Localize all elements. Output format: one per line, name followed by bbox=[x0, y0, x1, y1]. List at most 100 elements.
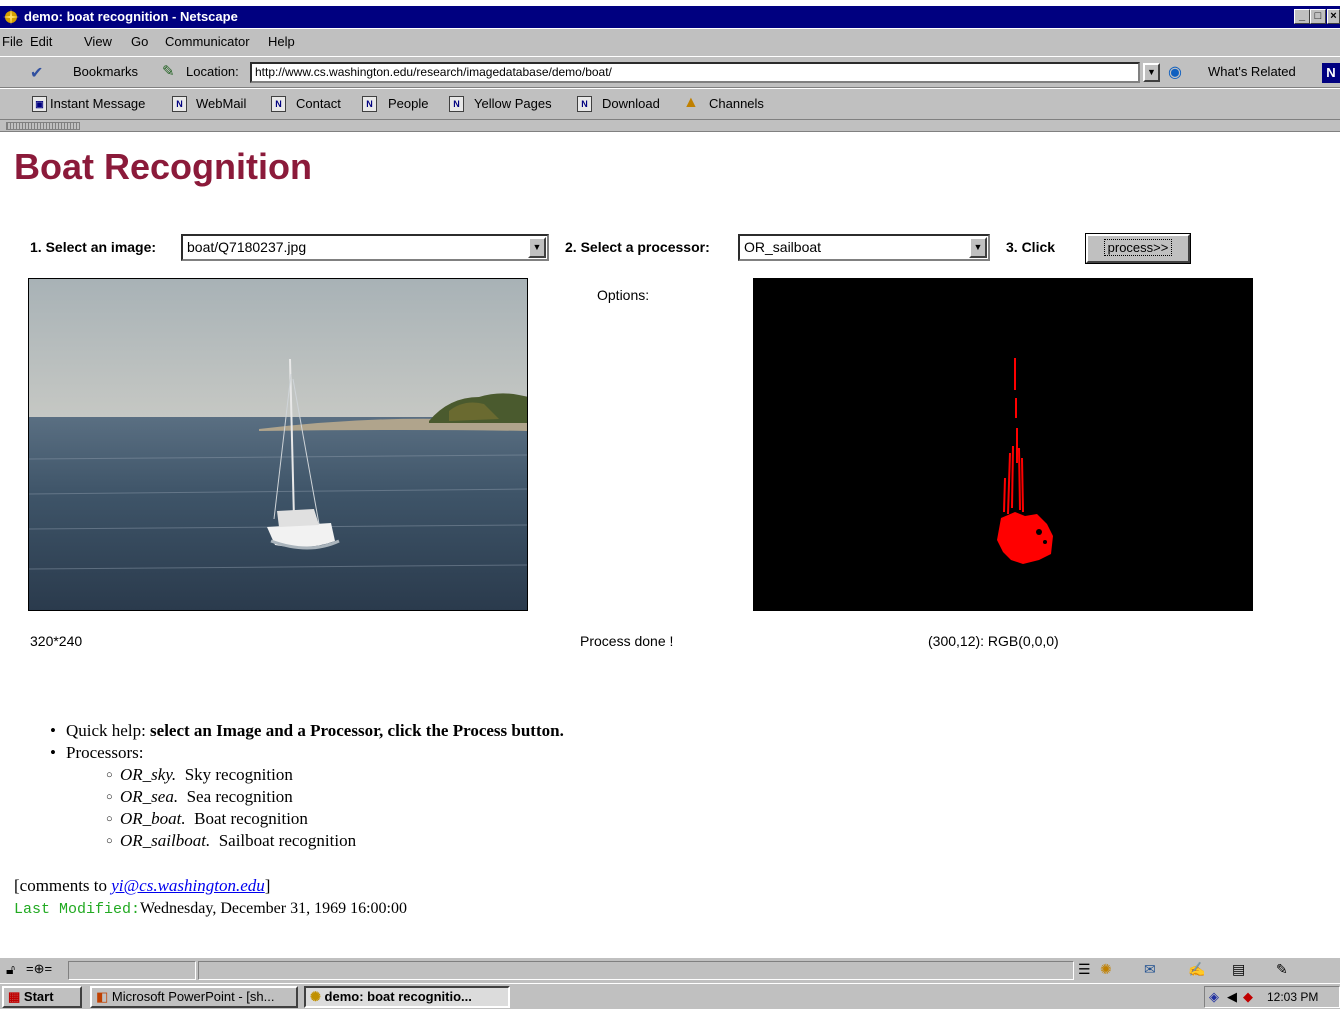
processors-label: Processors: bbox=[66, 743, 144, 762]
processor-item: ○ OR_boat. Boat recognition bbox=[106, 808, 564, 830]
netscape-task-icon: ✺ bbox=[310, 989, 321, 1004]
people-icon: N bbox=[362, 96, 377, 112]
menu-bar: File Edit View Go Communicator Help bbox=[0, 29, 1340, 56]
powerpoint-icon: ◧ bbox=[96, 989, 109, 1004]
windows-logo-icon: ▦ bbox=[8, 989, 21, 1004]
channels-button[interactable]: Channels bbox=[709, 96, 764, 111]
image-select[interactable]: boat/Q7180237.jpg ▼ bbox=[181, 234, 549, 261]
toolbar-grip-bar bbox=[0, 120, 1340, 132]
edit-icon[interactable]: ✎ bbox=[1276, 961, 1288, 978]
system-tray: ◈ ◀ ◆ 12:03 PM bbox=[1204, 986, 1340, 1008]
toolbar-grip-handle[interactable] bbox=[6, 122, 80, 130]
select-processor-label: 2. Select a processor: bbox=[565, 239, 710, 255]
circle-bullet-icon: ○ bbox=[106, 791, 113, 803]
security-lock-icon[interactable]: 🔓︎ bbox=[6, 961, 15, 978]
menu-file[interactable]: File bbox=[2, 34, 23, 49]
comments-line: [comments to yi@cs.washington.edu] bbox=[14, 876, 270, 896]
window-title: demo: boat recognition - Netscape bbox=[24, 9, 238, 24]
last-modified-value: Wednesday, December 31, 1969 16:00:00 bbox=[140, 900, 407, 917]
processor-desc: Sea recognition bbox=[186, 787, 293, 806]
processor-select-dropdown-icon[interactable]: ▼ bbox=[969, 237, 987, 258]
instant-message-icon: ▣ bbox=[32, 96, 47, 112]
bullet-icon: • bbox=[50, 721, 56, 740]
click-step-label: 3. Click bbox=[1006, 239, 1056, 255]
instant-message-button[interactable]: Instant Message bbox=[50, 96, 145, 111]
whats-related-button[interactable]: What's Related bbox=[1208, 64, 1296, 79]
webmail-button[interactable]: WebMail bbox=[196, 96, 246, 111]
processor-name: OR_sky. bbox=[120, 765, 177, 784]
help-list: • Quick help: select an Image and a Proc… bbox=[50, 720, 564, 852]
menu-go[interactable]: Go bbox=[131, 34, 148, 49]
process-button-label: process>> bbox=[1103, 239, 1173, 256]
bullet-icon: • bbox=[50, 743, 56, 762]
processor-name: OR_boat. bbox=[120, 809, 186, 828]
minimize-button[interactable]: _ bbox=[1294, 9, 1310, 24]
bookmarks-button[interactable]: Bookmarks bbox=[73, 64, 138, 79]
processor-item: ○ OR_sailboat. Sailboat recognition bbox=[106, 830, 564, 852]
mail-icon[interactable]: ✉ bbox=[1144, 961, 1156, 978]
location-label: Location: bbox=[186, 64, 239, 79]
processor-desc: Boat recognition bbox=[194, 809, 308, 828]
processor-select[interactable]: OR_sailboat ▼ bbox=[738, 234, 990, 261]
channels-icon: ▲ bbox=[683, 94, 699, 111]
personal-toolbar: ▣ Instant Message N WebMail N Contact N … bbox=[0, 88, 1340, 120]
location-url-input[interactable]: http://www.cs.washington.edu/research/im… bbox=[250, 62, 1140, 83]
people-button[interactable]: People bbox=[388, 96, 428, 111]
webmail-icon: N bbox=[172, 96, 187, 112]
last-modified-label: Last Modified: bbox=[14, 901, 141, 918]
taskbar-powerpoint-button[interactable]: ◧ Microsoft PowerPoint - [sh... bbox=[90, 986, 298, 1008]
connection-icon: =⊕= bbox=[26, 961, 53, 976]
contact-button[interactable]: Contact bbox=[296, 96, 341, 111]
options-label: Options: bbox=[597, 287, 650, 303]
menu-help[interactable]: Help bbox=[268, 34, 295, 49]
process-status-text: Process done ! bbox=[580, 633, 674, 649]
menu-edit[interactable]: Edit bbox=[30, 34, 52, 49]
processor-name: OR_sailboat. bbox=[120, 831, 211, 850]
comments-suffix: ] bbox=[264, 876, 271, 895]
antivirus-icon[interactable]: ◈ bbox=[1209, 989, 1219, 1005]
yellow-pages-button[interactable]: Yellow Pages bbox=[474, 96, 552, 111]
start-button[interactable]: ▦ Start bbox=[2, 986, 82, 1008]
quick-help-instructions: select an Image and a Processor, click t… bbox=[150, 721, 564, 740]
browser-status-bar: 🔓︎ =⊕= ☰ ✺ ✉ ✍ ▤ ✎ bbox=[0, 957, 1340, 983]
pixel-info-text: (300,12): RGB(0,0,0) bbox=[928, 633, 1059, 649]
circle-bullet-icon: ○ bbox=[106, 769, 113, 781]
network-icon[interactable]: ◆ bbox=[1243, 989, 1253, 1005]
circle-bullet-icon: ○ bbox=[106, 835, 113, 847]
select-image-label: 1. Select an image: bbox=[30, 239, 157, 255]
windows-taskbar: ▦ Start ◧ Microsoft PowerPoint - [sh... … bbox=[0, 983, 1340, 1009]
page-title: Boat Recognition bbox=[14, 146, 312, 187]
menu-communicator[interactable]: Communicator bbox=[165, 34, 250, 49]
quick-help-prefix: Quick help: bbox=[66, 721, 151, 740]
netscape-logo-icon: N bbox=[1322, 63, 1340, 83]
component-bar-icon[interactable]: ☰ bbox=[1078, 961, 1091, 978]
processor-list: ○ OR_sky. Sky recognition ○ OR_sea. Sea re… bbox=[106, 764, 564, 852]
processor-select-value: OR_sailboat bbox=[744, 239, 822, 255]
quick-help-item: • Quick help: select an Image and a Proc… bbox=[50, 720, 564, 742]
composer-icon[interactable]: ✍ bbox=[1188, 961, 1205, 978]
taskbar-netscape-button[interactable]: ✺ demo: boat recognitio... bbox=[304, 986, 510, 1008]
image-select-value: boat/Q7180237.jpg bbox=[187, 239, 307, 255]
clock[interactable]: 12:03 PM bbox=[1267, 990, 1318, 1004]
processors-item: • Processors: bbox=[50, 742, 564, 764]
volume-icon[interactable]: ◀ bbox=[1227, 989, 1237, 1005]
navigator-icon[interactable]: ✺ bbox=[1100, 961, 1112, 978]
image-select-dropdown-icon[interactable]: ▼ bbox=[528, 237, 546, 258]
close-button[interactable]: × bbox=[1327, 9, 1340, 24]
start-label: Start bbox=[23, 989, 54, 1004]
bookmarks-icon: ✔ bbox=[30, 65, 44, 82]
maximize-button[interactable]: □ bbox=[1310, 9, 1326, 24]
location-dropdown-button[interactable]: ▼ bbox=[1143, 63, 1160, 82]
contact-icon: N bbox=[271, 96, 286, 112]
email-link[interactable]: yi@cs.washington.edu bbox=[111, 876, 265, 895]
process-button[interactable]: process>> bbox=[1085, 233, 1191, 264]
processor-name: OR_sea. bbox=[120, 787, 179, 806]
circle-bullet-icon: ○ bbox=[106, 813, 113, 825]
download-button[interactable]: Download bbox=[602, 96, 660, 111]
window-titlebar[interactable]: demo: boat recognition - Netscape _ □ × bbox=[0, 6, 1340, 28]
location-icon: ✎ bbox=[162, 63, 175, 80]
source-boat-image bbox=[28, 278, 528, 611]
address-book-icon[interactable]: ▤ bbox=[1232, 961, 1245, 978]
whats-related-icon: ◉ bbox=[1168, 64, 1182, 81]
menu-view[interactable]: View bbox=[84, 34, 112, 49]
